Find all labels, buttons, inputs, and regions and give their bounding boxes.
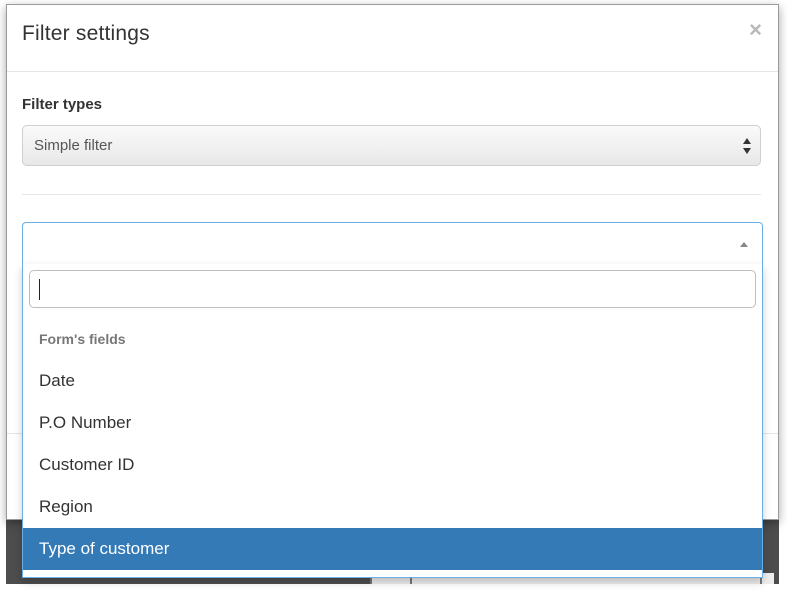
filter-type-select[interactable]: Simple filter: [22, 125, 761, 166]
filter-type-value: Simple filter: [34, 137, 113, 154]
option-po-number[interactable]: P.O Number: [23, 402, 762, 444]
option-type-of-customer[interactable]: Type of customer: [23, 528, 762, 570]
field-picker-dropdown: Form's fields Date P.O Number Customer I…: [22, 264, 763, 578]
close-button[interactable]: ×: [749, 19, 762, 41]
filter-types-label: Filter types: [22, 96, 103, 113]
filter-settings-modal: Filter settings × Filter types Simple fi…: [6, 4, 779, 578]
select-updown-icon: [743, 138, 751, 154]
modal-title: Filter settings: [22, 22, 150, 45]
dropdown-search-input[interactable]: [29, 270, 756, 308]
modal-header: Filter settings ×: [7, 5, 778, 72]
chevron-up-icon[interactable]: [740, 242, 748, 247]
option-date[interactable]: Date: [23, 360, 762, 402]
text-caret: [39, 279, 40, 300]
option-customer-id[interactable]: Customer ID: [23, 444, 762, 486]
option-region[interactable]: Region: [23, 486, 762, 528]
field-picker-select[interactable]: [22, 222, 763, 265]
option-group-label: Form's fields: [39, 331, 126, 347]
section-divider: [22, 194, 761, 195]
screen: Filter settings × Filter types Simple fi…: [0, 0, 787, 594]
